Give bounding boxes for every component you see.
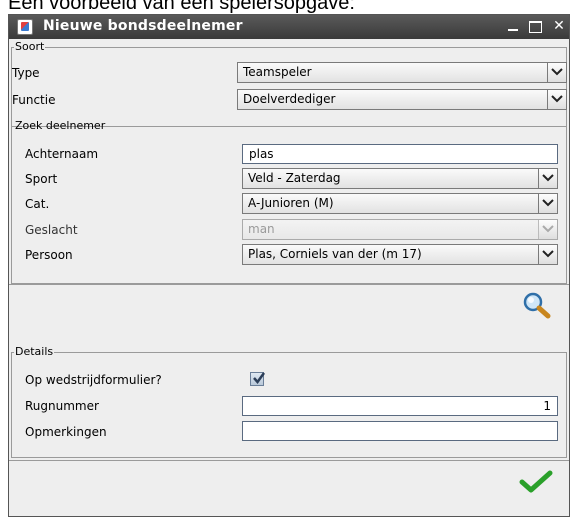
functie-select-value: Doelverdediger — [243, 92, 336, 106]
close-icon[interactable]: ✕ — [549, 17, 569, 35]
window-title: Nieuwe bondsdeelnemer — [43, 18, 243, 34]
check-icon — [253, 372, 266, 385]
persoon-select[interactable]: Plas, Corniels van der (m 17) — [242, 244, 558, 265]
divider — [9, 284, 569, 285]
cat-select-value: A-Junioren (M) — [248, 196, 334, 210]
soort-legend: Soort — [15, 40, 45, 53]
magnifier-icon[interactable] — [522, 291, 552, 323]
dialog-window: Nieuwe bondsdeelnemer ✕ Soort Type Teams… — [8, 14, 570, 517]
checkmark-icon[interactable] — [519, 470, 553, 498]
zoek-legend: Zoek deelnemer — [15, 119, 106, 132]
chevron-down-icon[interactable] — [547, 90, 566, 109]
sport-select[interactable]: Veld - Zaterdag — [242, 168, 558, 189]
cat-label: Cat. — [25, 197, 50, 211]
geslacht-label: Geslacht — [25, 223, 78, 237]
chevron-down-icon[interactable] — [547, 63, 566, 82]
achternaam-label: Achternaam — [25, 147, 99, 161]
geslacht-select-value: man — [248, 222, 275, 236]
opmerkingen-label: Opmerkingen — [25, 425, 107, 439]
persoon-select-value: Plas, Corniels van der (m 17) — [248, 247, 422, 261]
chevron-down-icon — [538, 220, 557, 239]
type-label: Type — [12, 66, 40, 80]
formulier-label: Op wedstrijdformulier? — [25, 373, 162, 387]
functie-select[interactable]: Doelverdediger — [237, 89, 567, 110]
minimize-icon[interactable] — [503, 17, 523, 35]
rugnummer-input[interactable]: 1 — [242, 396, 558, 416]
achternaam-input[interactable]: plas — [242, 144, 558, 164]
chevron-down-icon[interactable] — [538, 245, 557, 264]
sport-select-value: Veld - Zaterdag — [248, 171, 341, 185]
functie-label: Functie — [12, 93, 56, 107]
title-bar[interactable]: Nieuwe bondsdeelnemer ✕ — [9, 15, 569, 39]
opmerkingen-input[interactable] — [242, 421, 558, 441]
type-select-value: Teamspeler — [243, 65, 312, 79]
caption-text: Een voorbeeld van een spelersopgave: — [8, 0, 355, 14]
soort-group: Soort — [11, 41, 567, 127]
rugnummer-label: Rugnummer — [25, 399, 99, 413]
geslacht-select: man — [242, 219, 558, 240]
java-cup-icon — [17, 19, 33, 35]
chevron-down-icon[interactable] — [538, 194, 557, 213]
chevron-down-icon[interactable] — [538, 169, 557, 188]
cat-select[interactable]: A-Junioren (M) — [242, 193, 558, 214]
formulier-checkbox[interactable] — [250, 372, 266, 386]
details-legend: Details — [15, 345, 54, 358]
sport-label: Sport — [25, 172, 58, 186]
maximize-icon[interactable] — [525, 17, 545, 35]
type-select[interactable]: Teamspeler — [237, 62, 567, 83]
persoon-label: Persoon — [25, 248, 73, 262]
divider — [9, 460, 569, 461]
